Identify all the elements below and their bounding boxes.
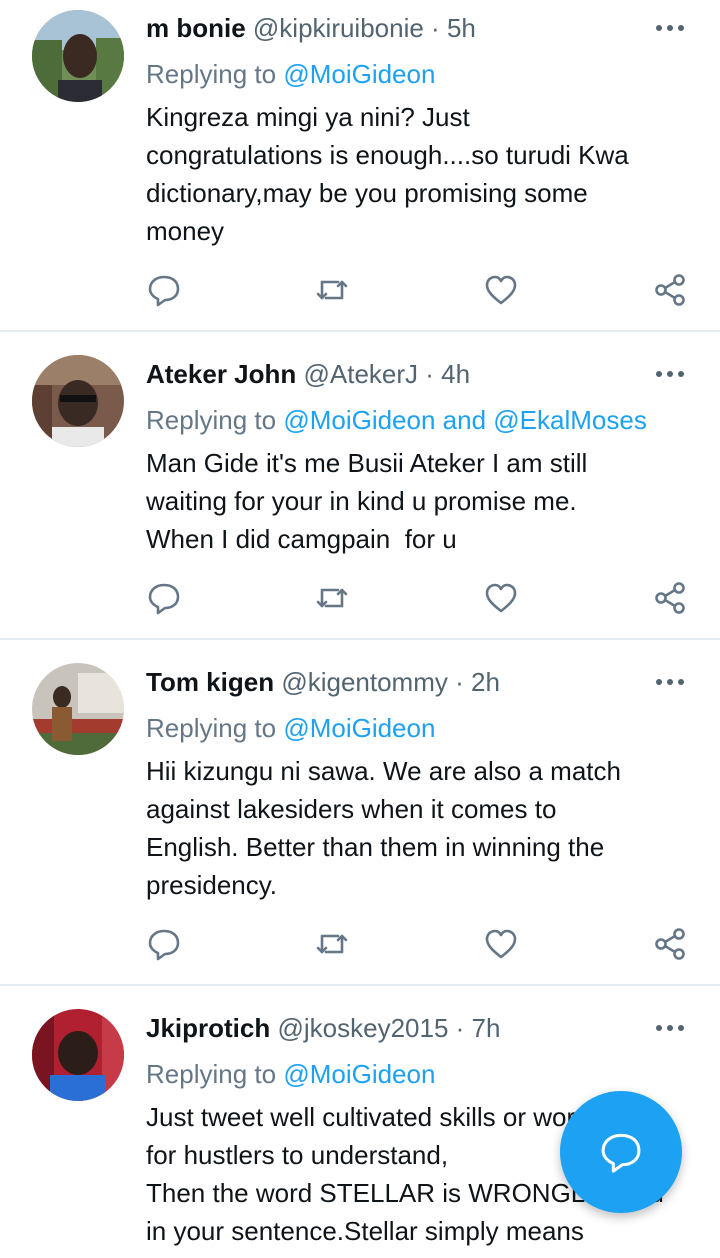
timestamp[interactable]: 4h — [441, 359, 470, 389]
avatar-photo — [32, 663, 124, 755]
separator-dot: · — [423, 13, 447, 43]
share-icon[interactable] — [652, 272, 688, 308]
share-icon[interactable] — [652, 580, 688, 616]
replying-to-label: Replying to — [146, 1059, 284, 1089]
replying-to-mention[interactable]: @MoiGideon and @EkalMoses — [283, 405, 647, 435]
like-icon[interactable] — [483, 580, 519, 616]
username[interactable]: @kigentommy — [281, 667, 448, 697]
avatar[interactable] — [32, 10, 124, 102]
more-options-icon[interactable] — [654, 18, 686, 38]
tweet-header: m bonie @kipkiruibonie · 5h — [146, 12, 476, 44]
avatar-photo — [32, 1009, 124, 1101]
replying-to-label: Replying to — [146, 405, 284, 435]
separator-dot: · — [418, 359, 442, 389]
tweet-actions — [0, 926, 720, 966]
avatar-photo — [32, 355, 124, 447]
tweet-text: Kingreza mingi ya nini? Just congratulat… — [146, 102, 629, 246]
retweet-icon[interactable] — [314, 926, 350, 962]
display-name[interactable]: Jkiprotich — [146, 1013, 270, 1043]
retweet-icon[interactable] — [314, 580, 350, 616]
more-options-icon[interactable] — [654, 672, 686, 692]
tweet-text: Man Gide it's me Busii Ateker I am still… — [146, 448, 588, 554]
avatar[interactable] — [32, 1009, 124, 1101]
tweet-text: Hii kizungu ni sawa. We are also a match… — [146, 756, 621, 900]
username[interactable]: @kipkiruibonie — [253, 13, 424, 43]
timestamp[interactable]: 5h — [447, 13, 476, 43]
tweet-header: Ateker John @AtekerJ · 4h — [146, 358, 470, 390]
reply-icon[interactable] — [146, 926, 182, 962]
display-name[interactable]: m bonie — [146, 13, 246, 43]
replying-to-mention[interactable]: @MoiGideon — [283, 59, 435, 89]
separator-dot: · — [448, 1013, 472, 1043]
tweet-divider — [0, 330, 720, 332]
replying-to-label: Replying to — [146, 713, 284, 743]
more-options-icon[interactable] — [654, 364, 686, 384]
more-options-icon[interactable] — [654, 1018, 686, 1038]
tweet-divider — [0, 984, 720, 986]
tweet-divider — [0, 638, 720, 640]
compose-reply-button[interactable] — [560, 1091, 682, 1213]
retweet-icon[interactable] — [314, 272, 350, 308]
display-name[interactable]: Tom kigen — [146, 667, 274, 697]
replying-to-mention[interactable]: @MoiGideon — [283, 713, 435, 743]
reply-icon[interactable] — [146, 580, 182, 616]
replying-to: Replying to @MoiGideon — [146, 1058, 435, 1090]
compose-reply-icon — [601, 1133, 641, 1173]
tweet-header: Jkiprotich @jkoskey2015 · 7h — [146, 1012, 500, 1044]
replying-to: Replying to @MoiGideon — [146, 58, 435, 90]
replying-to-mention[interactable]: @MoiGideon — [283, 1059, 435, 1089]
like-icon[interactable] — [483, 272, 519, 308]
replying-to-label: Replying to — [146, 59, 284, 89]
timestamp[interactable]: 2h — [471, 667, 500, 697]
like-icon[interactable] — [483, 926, 519, 962]
tweet-actions — [0, 272, 720, 312]
avatar-photo — [32, 10, 124, 102]
username[interactable]: @AtekerJ — [304, 359, 419, 389]
replying-to: Replying to @MoiGideon and @EkalMoses — [146, 404, 647, 436]
tweet-actions — [0, 580, 720, 620]
timestamp[interactable]: 7h — [472, 1013, 501, 1043]
separator-dot: · — [447, 667, 471, 697]
reply-icon[interactable] — [146, 272, 182, 308]
avatar[interactable] — [32, 355, 124, 447]
share-icon[interactable] — [652, 926, 688, 962]
tweet-header: Tom kigen @kigentommy · 2h — [146, 666, 500, 698]
avatar[interactable] — [32, 663, 124, 755]
replying-to: Replying to @MoiGideon — [146, 712, 435, 744]
username[interactable]: @jkoskey2015 — [277, 1013, 448, 1043]
display-name[interactable]: Ateker John — [146, 359, 296, 389]
